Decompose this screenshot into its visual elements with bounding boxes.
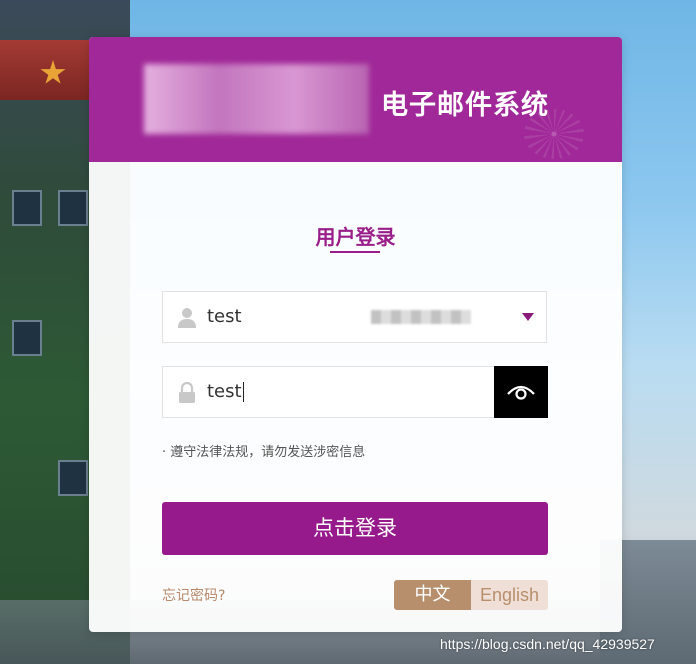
blurred-logo (144, 64, 369, 134)
blurred-domain (371, 310, 471, 324)
username-value[interactable]: test (207, 306, 242, 327)
language-english-button[interactable]: English (471, 580, 548, 610)
lock-icon (179, 382, 195, 403)
source-watermark: https://blog.csdn.net/qq_42939527 (440, 636, 655, 652)
login-button[interactable]: 点击登录 (162, 502, 548, 555)
system-title: 电子邮件系统 (381, 90, 549, 121)
language-switch: 中文 English (394, 580, 548, 610)
background-window (12, 190, 42, 226)
card-header: 电子邮件系统 (89, 37, 622, 162)
background-window (12, 320, 42, 356)
language-chinese-button[interactable]: 中文 (394, 580, 471, 610)
password-value[interactable]: test (207, 381, 244, 402)
password-field[interactable]: test (162, 366, 547, 418)
eye-icon (507, 385, 535, 400)
compliance-notice: · 遵守法律法规，请勿发送涉密信息 (162, 445, 366, 460)
show-password-button[interactable] (494, 366, 548, 418)
triangle-down-icon[interactable] (522, 313, 534, 321)
forgot-password-link[interactable]: 忘记密码? (162, 585, 225, 605)
user-icon (178, 308, 196, 328)
background-window (58, 460, 88, 496)
section-underline (330, 251, 380, 253)
login-card: 电子邮件系统 用户登录 test test · 遵守法律法规，请勿发送涉密信息 … (89, 37, 622, 632)
background-window (58, 190, 88, 226)
username-field[interactable]: test (162, 291, 547, 343)
section-title: 用户登录 (315, 225, 396, 249)
